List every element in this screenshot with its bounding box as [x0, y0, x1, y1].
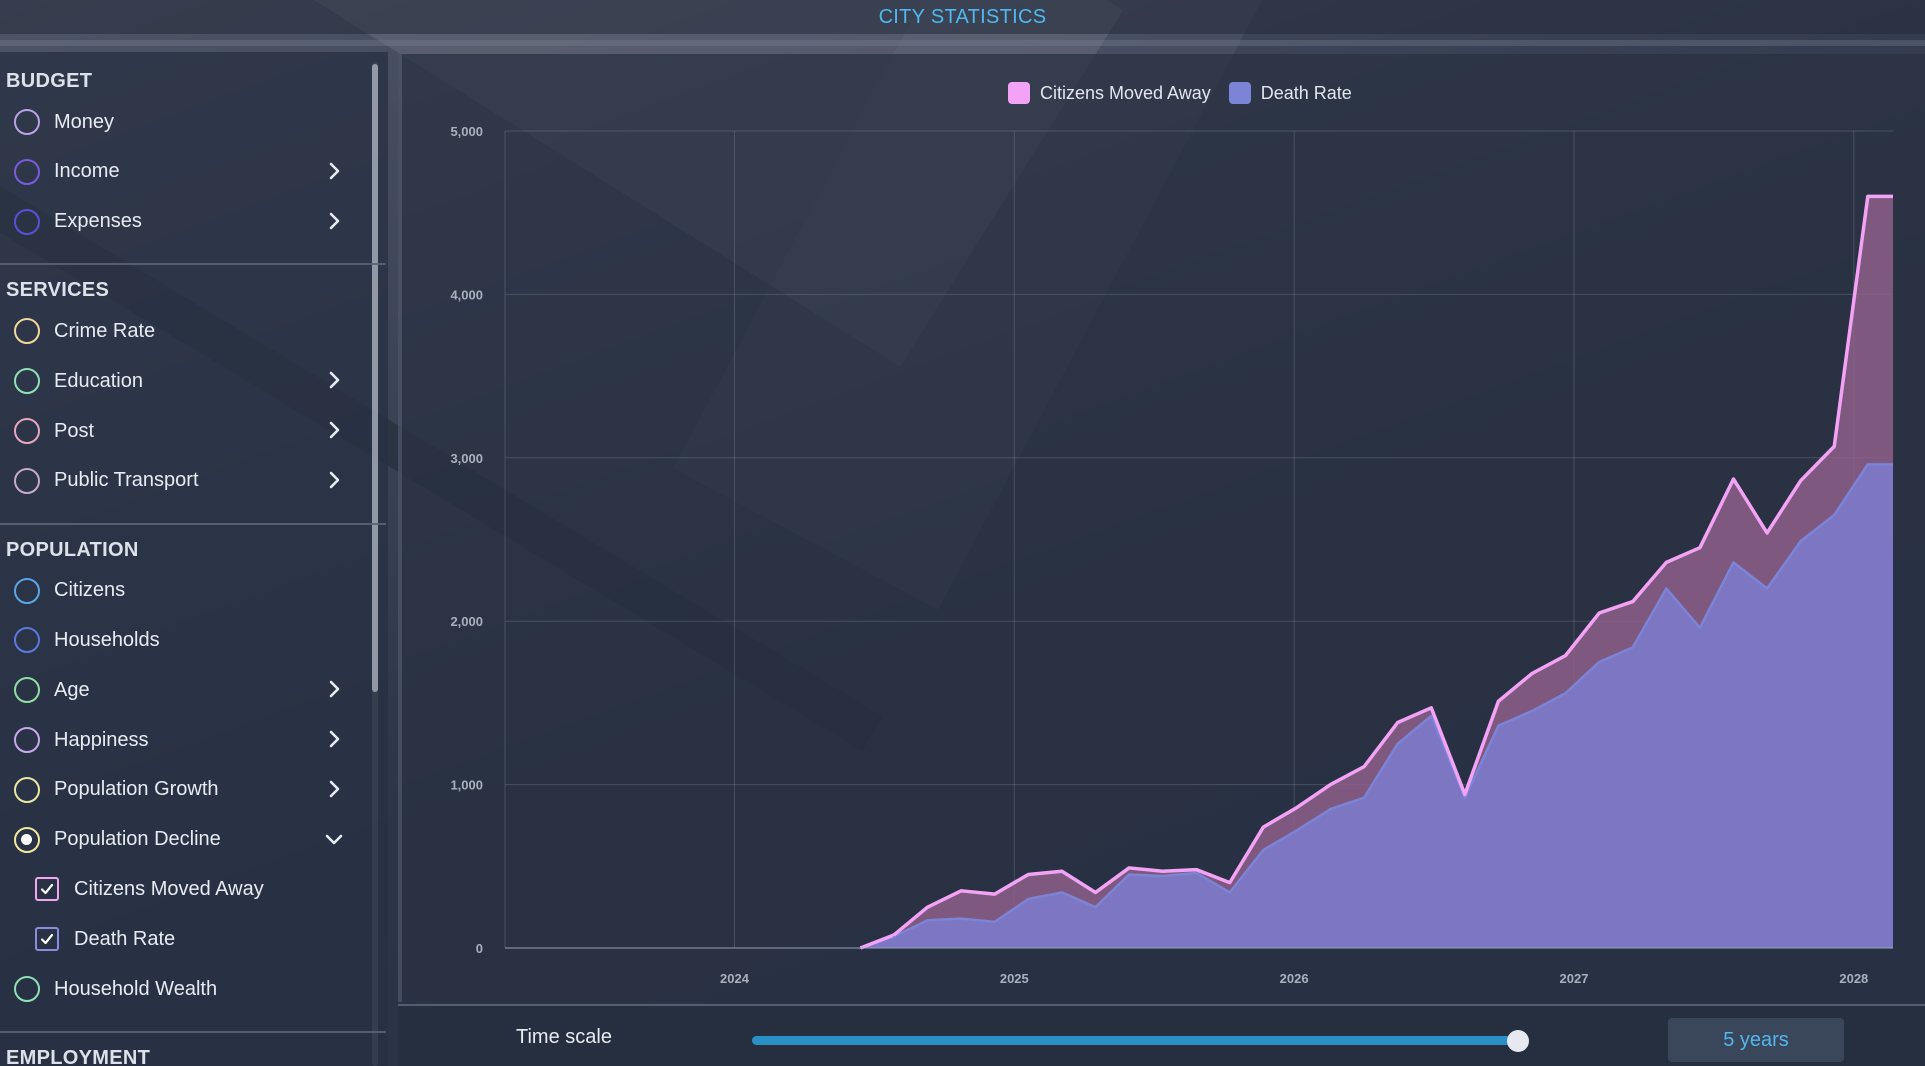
section-title-employment: EMPLOYMENT: [6, 1046, 151, 1066]
point-citizens-moved-away: [1363, 765, 1365, 768]
point-citizens-moved-away: [1799, 479, 1802, 482]
point-citizens-moved-away: [1296, 806, 1298, 809]
point-citizens-moved-away: [1128, 867, 1130, 869]
y-tick-label: 0: [476, 941, 483, 956]
point-death-rate: [960, 917, 962, 920]
point-death-rate: [1329, 808, 1332, 810]
point-death-rate: [1665, 587, 1668, 590]
point-death-rate: [1464, 796, 1466, 799]
point-citizens-moved-away: [1867, 195, 1869, 198]
y-tick-label: 3,000: [450, 451, 483, 466]
point-citizens-moved-away: [1598, 612, 1600, 614]
point-citizens-moved-away: [1699, 546, 1701, 549]
point-citizens-moved-away: [1228, 881, 1231, 884]
statistics-chart: 0 1,000 2,000 3,000 4,000 5,000 2024 2025 2026 20…: [450, 124, 1893, 986]
point-citizens-moved-away: [1833, 445, 1836, 448]
point-citizens-moved-away: [1262, 826, 1265, 828]
point-death-rate: [1195, 872, 1198, 874]
point-death-rate: [1766, 587, 1768, 590]
point-citizens-moved-away: [1464, 793, 1466, 796]
point-citizens-moved-away: [1766, 532, 1768, 534]
x-tick-label: 2027: [1560, 971, 1589, 986]
time-scale-bar: Time scale 5 years: [398, 1004, 1925, 1066]
time-scale-value[interactable]: 5 years: [1668, 1018, 1844, 1062]
point-death-rate: [893, 935, 895, 938]
point-death-rate: [1833, 514, 1836, 516]
point-citizens-moved-away: [926, 906, 929, 908]
point-death-rate: [926, 919, 929, 922]
point-citizens-moved-away: [1564, 654, 1567, 657]
time-scale-label: Time scale: [516, 1026, 612, 1048]
point-citizens-moved-away: [1329, 783, 1332, 786]
point-death-rate: [1430, 715, 1433, 717]
point-citizens-moved-away: [1631, 600, 1634, 603]
point-citizens-moved-away: [960, 890, 962, 892]
x-tick-label: 2026: [1280, 971, 1309, 986]
point-death-rate: [1799, 540, 1802, 542]
y-tick-label: 5,000: [450, 124, 483, 139]
point-death-rate: [993, 921, 996, 923]
point-death-rate: [1699, 626, 1701, 629]
x-tick-label: 2028: [1839, 971, 1868, 986]
point-death-rate: [1061, 891, 1063, 894]
point-death-rate: [1296, 829, 1298, 832]
time-scale-slider-thumb[interactable]: [1507, 1030, 1529, 1052]
y-tick-label: 1,000: [450, 778, 483, 793]
x-tick-label: 2024: [720, 971, 750, 986]
point-citizens-moved-away: [1161, 870, 1164, 873]
section-divider: [0, 1030, 386, 1033]
point-citizens-moved-away: [993, 893, 996, 895]
point-death-rate: [1396, 742, 1399, 745]
point-death-rate: [1363, 796, 1365, 799]
x-tick-label: 2025: [1000, 971, 1029, 986]
point-citizens-moved-away: [1732, 478, 1735, 480]
point-death-rate: [1631, 646, 1634, 649]
y-tick-label: 2,000: [450, 614, 483, 629]
point-citizens-moved-away: [1430, 707, 1433, 709]
point-citizens-moved-away: [1094, 891, 1097, 894]
point-citizens-moved-away: [1665, 561, 1668, 564]
point-citizens-moved-away: [1497, 700, 1500, 703]
point-death-rate: [1564, 692, 1567, 694]
point-death-rate: [1598, 661, 1600, 663]
point-death-rate: [1262, 849, 1265, 851]
point-citizens-moved-away: [1061, 870, 1063, 873]
time-scale-slider-fill: [752, 1036, 1518, 1045]
point-death-rate: [1094, 906, 1097, 908]
point-death-rate: [1497, 724, 1500, 727]
point-death-rate: [1161, 875, 1164, 877]
point-citizens-moved-away: [1195, 868, 1198, 871]
point-citizens-moved-away: [1027, 873, 1030, 876]
y-tick-label: 4,000: [450, 287, 483, 302]
point-death-rate: [1531, 710, 1533, 712]
point-death-rate: [1732, 561, 1735, 564]
point-death-rate: [1128, 873, 1130, 876]
point-death-rate: [1867, 463, 1869, 466]
point-citizens-moved-away: [893, 934, 895, 936]
point-citizens-moved-away: [1396, 721, 1399, 724]
point-citizens-moved-away: [1531, 672, 1533, 675]
point-death-rate: [1027, 898, 1030, 900]
point-death-rate: [1228, 891, 1231, 894]
